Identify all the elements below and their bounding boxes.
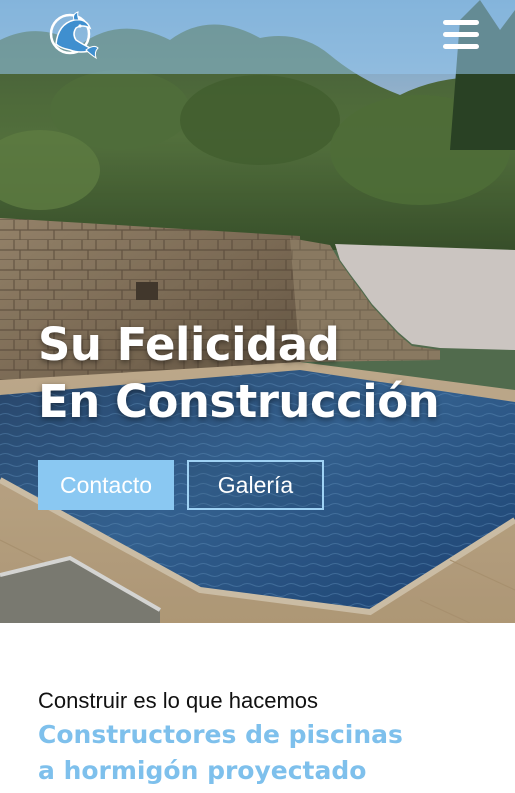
section-heading-line2: a hormigón proyectado	[38, 756, 367, 785]
section-heading-line1: Constructores de piscinas	[38, 720, 403, 749]
menu-bar	[443, 44, 479, 49]
hero-title-line2: En Construcción	[38, 375, 440, 428]
contact-button[interactable]: Contacto	[38, 460, 174, 510]
section-heading: Constructores de piscinas a hormigón pro…	[38, 717, 403, 789]
gallery-button[interactable]: Galería	[187, 460, 324, 510]
dolphin-logo-icon[interactable]	[46, 10, 100, 60]
hero-section: Su Felicidad En Construcción Contacto Ga…	[0, 0, 515, 623]
hero-background-image	[0, 0, 515, 623]
section-intro: Construir es lo que hacemos	[38, 688, 319, 713]
hamburger-menu-icon[interactable]	[440, 15, 482, 55]
menu-bar	[443, 20, 479, 25]
page: Su Felicidad En Construcción Contacto Ga…	[0, 0, 515, 793]
hero-title-line1: Su Felicidad	[38, 318, 340, 371]
menu-bar	[443, 32, 479, 37]
hero-title: Su Felicidad En Construcción	[38, 316, 440, 430]
site-header	[0, 0, 515, 74]
